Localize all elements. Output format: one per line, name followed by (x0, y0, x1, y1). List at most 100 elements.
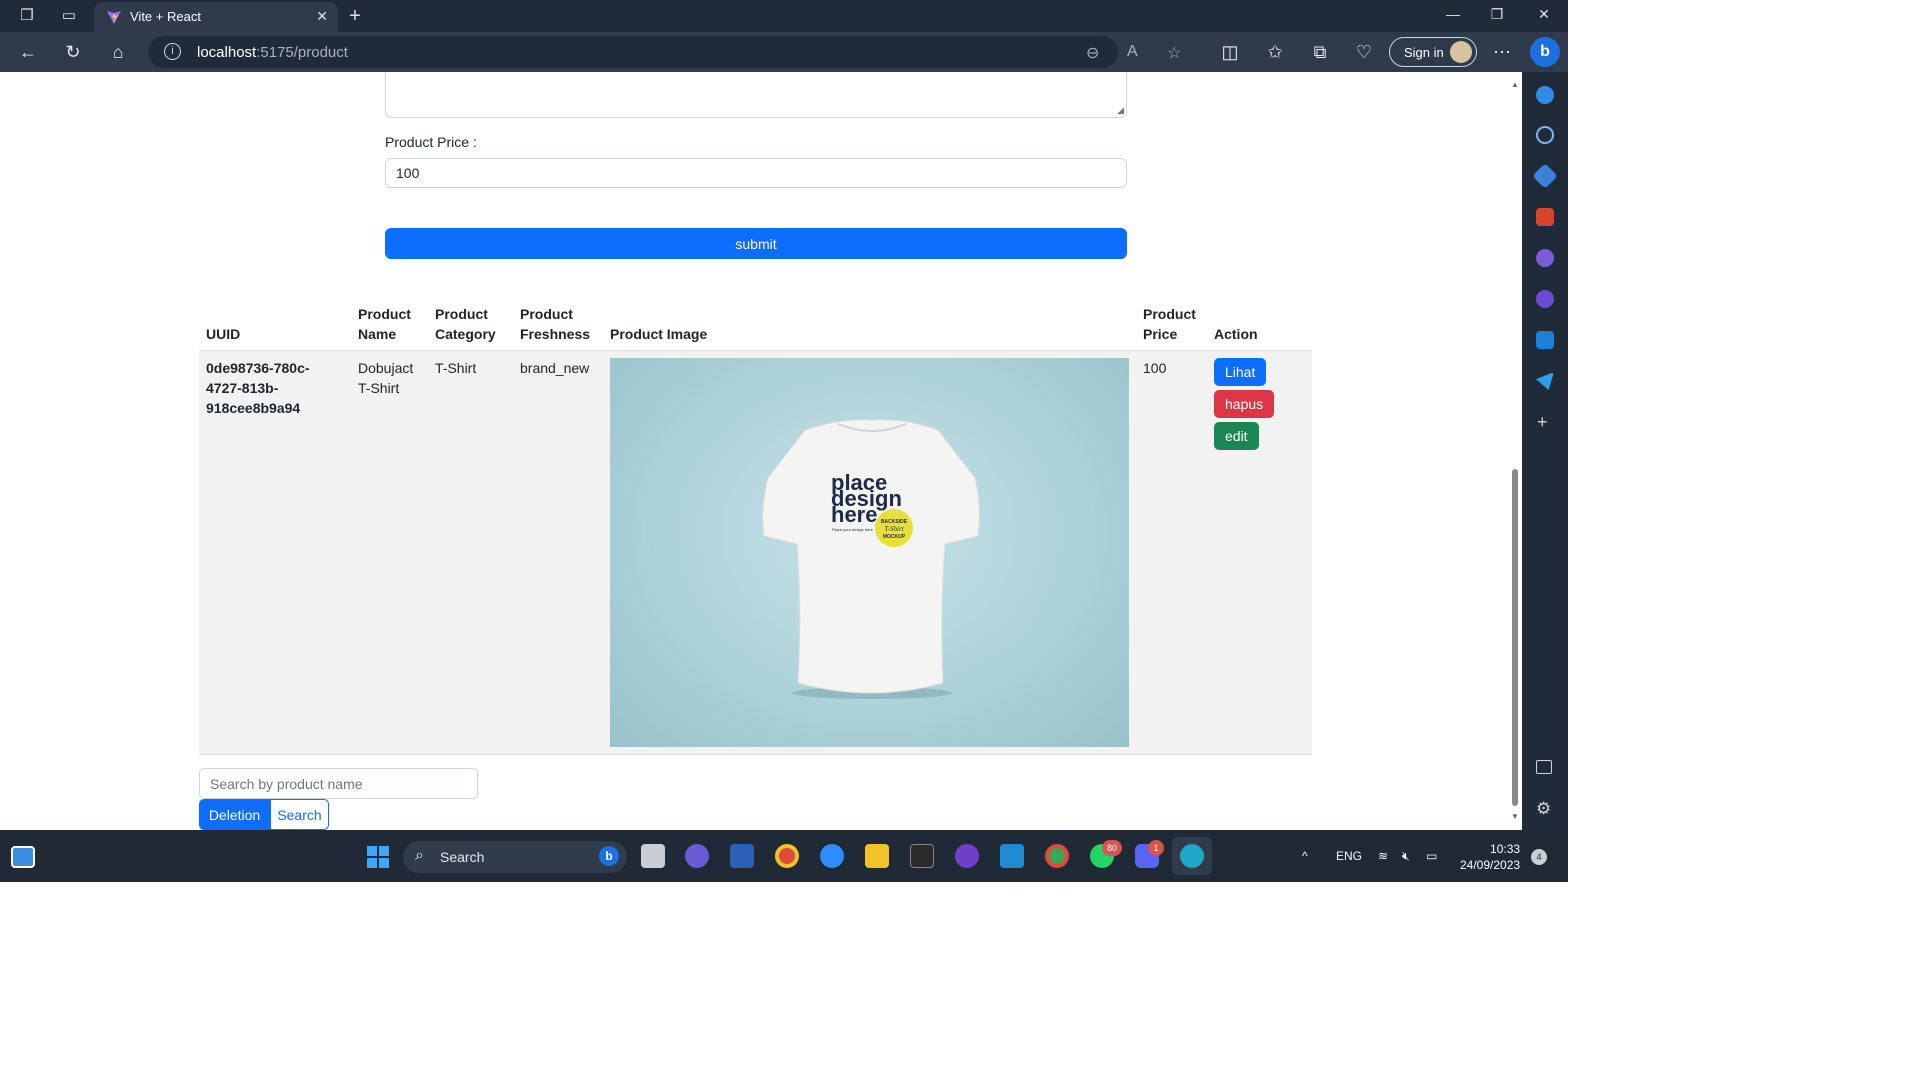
taskbar-search[interactable]: ⌕ Search b (403, 841, 627, 873)
search-icon: ⌕ (415, 847, 424, 864)
tab-actions-icon[interactable]: ▭ (60, 7, 78, 25)
refresh-icon[interactable]: ↻ (62, 41, 84, 63)
word-icon[interactable] (730, 844, 754, 868)
delete-button[interactable]: hapus (1214, 390, 1275, 418)
edge-icon (1180, 844, 1204, 868)
submit-button[interactable]: submit (385, 228, 1127, 259)
teams-icon[interactable] (685, 844, 709, 868)
price-input[interactable] (385, 158, 1127, 188)
collections-icon[interactable]: ⧉ (1309, 41, 1331, 63)
svg-text:T-Shirt: T-Shirt (884, 525, 904, 533)
windows-taskbar: ⌕ Search b 80 1 ^ ENG ≋ 🔇︎ ▭ 10:33 24/09… (0, 830, 1568, 882)
performance-icon[interactable]: ♡ (1353, 41, 1375, 63)
header-name: Product Name (351, 298, 428, 351)
resize-handle-icon[interactable]: ◢ (1117, 105, 1124, 116)
view-button[interactable]: Lihat (1214, 358, 1267, 386)
language-indicator[interactable]: ENG (1336, 849, 1362, 863)
tab-vite-react[interactable]: Vite + React ✕ (94, 2, 338, 32)
bing-copilot-icon[interactable]: b (1530, 37, 1560, 67)
tools-icon[interactable] (1536, 208, 1554, 226)
favorite-star-icon[interactable]: ☆ (1167, 43, 1181, 63)
windows-start-icon[interactable] (366, 845, 390, 869)
search-input[interactable] (199, 768, 478, 799)
address-bar[interactable]: i localhost:5175/product ⊖ A ☆ (148, 36, 1181, 68)
new-tab-icon[interactable]: + (346, 6, 364, 26)
table-row: 0de98736-780c-4727-813b-918cee8b9a94 Dob… (199, 350, 1312, 755)
deletion-button[interactable]: Deletion (199, 799, 270, 830)
task-view-icon[interactable] (641, 844, 665, 868)
outlook-icon[interactable] (1536, 331, 1554, 349)
more-options-icon[interactable]: ⋯ (1491, 41, 1513, 63)
chrome-profile-icon[interactable] (1045, 844, 1069, 868)
header-uuid: UUID (199, 298, 351, 351)
whatsapp-badge: 80 (1102, 840, 1122, 856)
header-image: Product Image (603, 298, 1136, 351)
github-desktop-icon[interactable] (955, 844, 979, 868)
settings-gear-icon[interactable]: ⚙ (1536, 799, 1551, 819)
cell-freshness: brand_new (513, 350, 603, 755)
restore-icon[interactable]: ❐ (1487, 6, 1507, 23)
zoom-icon[interactable] (820, 844, 844, 868)
scroll-thumb[interactable] (1512, 469, 1518, 806)
edit-button[interactable]: edit (1214, 422, 1259, 450)
page-scrollbar[interactable]: ▲ ▼ (1508, 72, 1522, 830)
header-action: Action (1207, 298, 1312, 351)
header-category: Product Category (428, 298, 513, 351)
scroll-down-icon[interactable]: ▼ (1511, 812, 1519, 821)
description-textarea[interactable]: ◢ (385, 72, 1127, 118)
svg-text:MOCKUP: MOCKUP (883, 534, 906, 540)
notifications-icon[interactable] (1536, 86, 1554, 104)
read-aloud-icon[interactable]: A (1127, 43, 1138, 61)
mockup-small-text: Place your design here (832, 527, 874, 532)
zoom-out-icon[interactable]: ⊖ (1086, 43, 1099, 63)
profile-avatar (1450, 41, 1472, 63)
games-icon[interactable] (1536, 249, 1554, 267)
add-sidebar-app-icon[interactable]: + (1537, 412, 1548, 433)
vite-logo-icon (107, 11, 121, 24)
table-header-row: UUID Product Name Product Category Produ… (199, 298, 1312, 351)
close-tab-icon[interactable]: ✕ (316, 8, 328, 25)
cell-actions: Lihat hapus edit (1207, 350, 1312, 755)
sign-in-button[interactable]: Sign in (1389, 37, 1477, 67)
browser-toolbar: ← ↻ ⌂ i localhost:5175/product ⊖ A ☆ ◫ ✩… (0, 32, 1568, 72)
site-info-icon[interactable]: i (164, 43, 181, 60)
battery-icon[interactable]: ▭ (1426, 849, 1437, 863)
shopping-tag-icon[interactable] (1532, 163, 1558, 189)
vscode-icon[interactable] (1000, 844, 1024, 868)
close-window-icon[interactable]: ✕ (1534, 6, 1554, 23)
minimize-icon[interactable]: — (1443, 6, 1463, 22)
header-freshness: Product Freshness (513, 298, 603, 351)
wifi-icon[interactable]: ≋ (1378, 849, 1388, 863)
edge-sidebar: + ⚙ (1522, 72, 1568, 830)
search-button[interactable]: Search (270, 799, 329, 830)
product-image: place design here Place your design here B… (610, 358, 1129, 747)
notification-count[interactable]: 4 (1531, 849, 1547, 865)
cell-category: T-Shirt (428, 350, 513, 755)
workspaces-icon[interactable]: ❒ (18, 7, 36, 25)
cell-image: place design here Place your design here B… (603, 350, 1136, 755)
chrome-icon[interactable] (775, 844, 799, 868)
system-clock[interactable]: 10:33 24/09/2023 (1460, 841, 1520, 873)
split-screen-icon[interactable]: ◫ (1219, 41, 1241, 63)
widgets-icon[interactable] (11, 846, 35, 868)
tab-title: Vite + React (130, 9, 201, 24)
office-icon[interactable] (1536, 290, 1554, 308)
show-hidden-icons-icon[interactable]: ^ (1302, 849, 1308, 863)
file-explorer-icon[interactable] (865, 844, 889, 868)
epic-games-icon[interactable] (910, 844, 934, 868)
back-icon[interactable]: ← (17, 41, 39, 63)
cell-price: 100 (1136, 350, 1207, 755)
edge-active-tile[interactable] (1172, 837, 1212, 875)
hide-sidebar-icon[interactable] (1536, 760, 1552, 774)
home-icon[interactable]: ⌂ (107, 41, 129, 63)
sidebar-search-icon[interactable] (1536, 126, 1554, 144)
url-text: localhost:5175/product (197, 44, 348, 61)
scroll-up-icon[interactable]: ▲ (1511, 80, 1519, 89)
price-label: Product Price : (385, 134, 477, 150)
product-table: UUID Product Name Product Category Produ… (199, 298, 1312, 755)
send-icon[interactable] (1536, 372, 1554, 390)
volume-muted-icon[interactable]: 🔇︎ (1402, 849, 1410, 864)
bing-icon: b (599, 846, 619, 866)
favorites-icon[interactable]: ✩ (1264, 41, 1286, 63)
discord-badge: 1 (1148, 840, 1164, 856)
